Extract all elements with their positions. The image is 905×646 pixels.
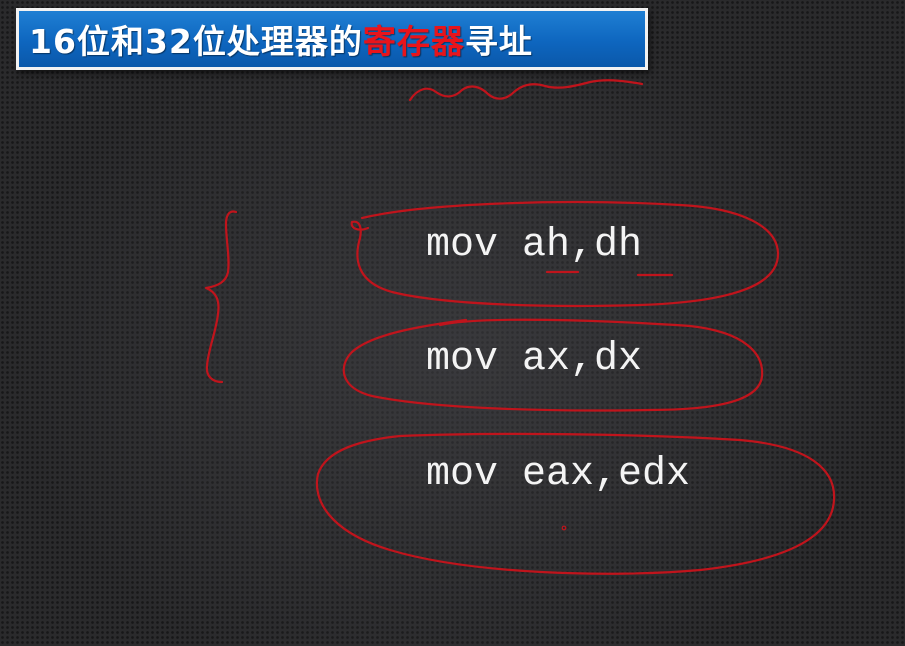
left-curly-brace (204, 210, 238, 384)
annotation-layer (204, 79, 836, 575)
slide: 16位和32位处理器的寄存器寻址 mov ah,dh mov ax,dx mov… (0, 0, 905, 646)
code-line-mov-eax-edx: mov eax,edx (426, 452, 691, 497)
small-dot (561, 525, 567, 531)
title-suffix: 寻址 (464, 22, 533, 61)
title-prefix: 16位和32位处理器的 (29, 22, 363, 61)
title-banner: 16位和32位处理器的寄存器寻址 (16, 8, 648, 70)
title-wavy-underline (408, 79, 644, 102)
code-line-mov-ah-dh: mov ah,dh (426, 223, 643, 268)
code-line-mov-ax-dx: mov ax,dx (426, 337, 643, 382)
title-highlight: 寄存器 (362, 22, 465, 61)
slide-title: 16位和32位处理器的寄存器寻址 (29, 15, 533, 63)
